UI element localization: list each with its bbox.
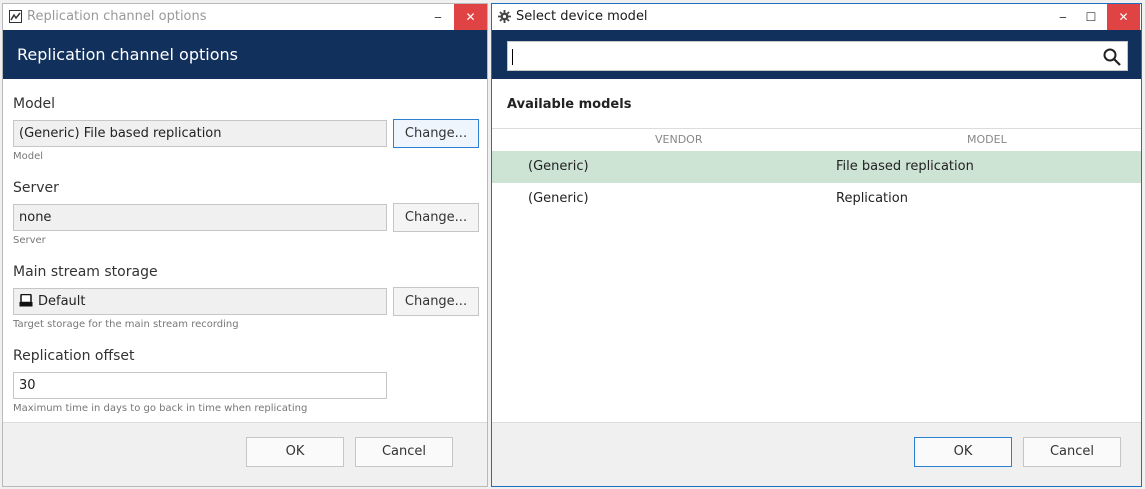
replication-options-window: Replication channel options ‒ ✕ Replicat… (2, 3, 488, 487)
model-field: (Generic) File based replication (13, 120, 387, 147)
vendor-cell: (Generic) (528, 191, 589, 206)
titlebar[interactable]: Replication channel options ‒ ✕ (3, 4, 487, 30)
storage-label: Main stream storage (13, 264, 158, 280)
gear-icon (498, 10, 511, 23)
server-field: none (13, 204, 387, 231)
close-button[interactable]: ✕ (1107, 4, 1140, 30)
offset-hint: Maximum time in days to go back in time … (13, 403, 308, 414)
window-title: Replication channel options (27, 9, 207, 24)
search-icon[interactable] (1102, 47, 1122, 67)
select-device-model-window: Select device model ‒ ☐ ✕ Available mode… (491, 3, 1142, 487)
minimize-button[interactable]: ‒ (423, 4, 453, 30)
titlebar[interactable]: Select device model ‒ ☐ ✕ (492, 4, 1141, 30)
dialog-footer: OK Cancel (492, 422, 1141, 486)
storage-drive-icon (19, 294, 33, 307)
dialog-footer: OK Cancel (3, 422, 487, 486)
change-storage-button[interactable]: Change... (393, 287, 479, 316)
column-header-vendor[interactable]: VENDOR (655, 129, 702, 151)
header-band: Replication channel options (3, 30, 487, 79)
server-label: Server (13, 180, 59, 196)
vendor-cell: (Generic) (528, 159, 589, 174)
change-server-button[interactable]: Change... (393, 203, 479, 232)
ok-button[interactable]: OK (914, 437, 1012, 467)
search-input[interactable] (507, 41, 1128, 71)
window-title: Select device model (516, 9, 648, 24)
change-model-button[interactable]: Change... (393, 119, 479, 148)
close-button[interactable]: ✕ (454, 4, 487, 30)
offset-label: Replication offset (13, 348, 135, 364)
cancel-button[interactable]: Cancel (1023, 437, 1121, 467)
storage-value: Default (38, 294, 86, 309)
storage-hint: Target storage for the main stream recor… (13, 319, 239, 330)
ok-button[interactable]: OK (246, 437, 344, 467)
server-hint: Server (13, 235, 46, 246)
cancel-button[interactable]: Cancel (355, 437, 453, 467)
app-icon (9, 10, 22, 23)
table-row[interactable]: (Generic) Replication (492, 183, 1141, 215)
section-title: Available models (507, 97, 632, 112)
storage-field: Default (13, 288, 387, 315)
maximize-button[interactable]: ☐ (1076, 4, 1106, 30)
offset-input[interactable]: 30 (13, 372, 387, 399)
minimize-button[interactable]: ‒ (1048, 4, 1078, 30)
model-hint: Model (13, 151, 44, 162)
page-title: Replication channel options (17, 45, 238, 64)
text-caret (512, 49, 513, 65)
column-header-model[interactable]: MODEL (967, 129, 1007, 151)
model-cell: Replication (836, 191, 908, 206)
model-cell: File based replication (836, 159, 974, 174)
table-row[interactable]: (Generic) File based replication (492, 151, 1141, 183)
table-header: VENDOR MODEL (492, 128, 1141, 152)
model-label: Model (13, 96, 56, 112)
